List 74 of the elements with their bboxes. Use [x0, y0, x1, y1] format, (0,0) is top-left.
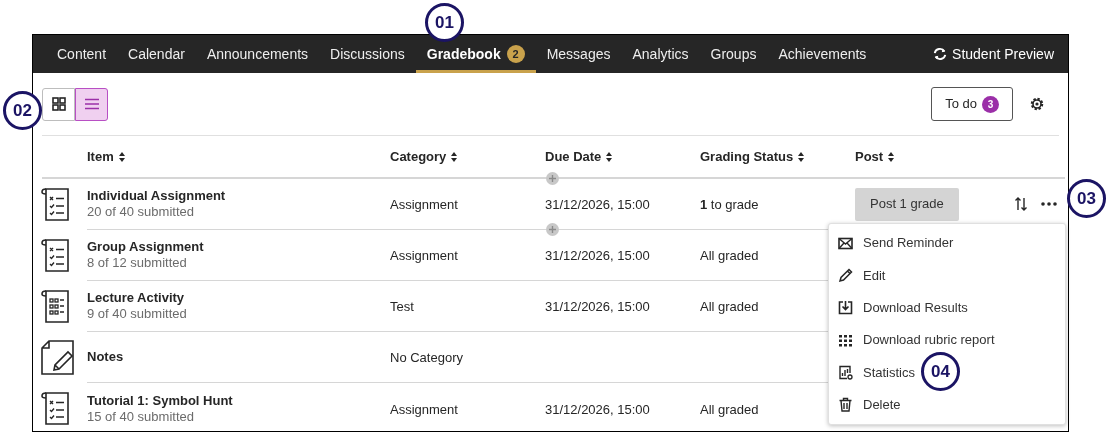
settings-icon: [1029, 96, 1045, 112]
reorder-button[interactable]: [1015, 197, 1027, 211]
more-icon: [1041, 202, 1057, 206]
grid-view-button[interactable]: [42, 87, 75, 121]
nav-tab[interactable]: Groups: [699, 35, 768, 73]
column-header[interactable]: Grading Status: [700, 146, 855, 167]
grading-status-cell: All graded: [700, 299, 759, 314]
submission-count: 15 of 40 submitted: [87, 408, 195, 425]
item-title-link[interactable]: Notes: [87, 349, 390, 365]
due-date-cell: 31/12/2026, 15:00: [545, 401, 650, 417]
count-badge: 2: [506, 45, 525, 63]
menu-icon: [84, 98, 99, 110]
refresh-icon: [933, 47, 948, 61]
item-title-link[interactable]: Individual Assignment: [87, 188, 390, 204]
due-date-cell: 31/12/2026, 15:00: [545, 248, 650, 263]
column-header[interactable]: Item: [87, 146, 390, 167]
category-cell: No Category: [390, 350, 463, 365]
nav-tab[interactable]: Announcements: [195, 35, 320, 73]
submission-count: 9 of 40 submitted: [87, 306, 188, 322]
nav-tab[interactable]: Analytics: [621, 35, 700, 73]
settings-button[interactable]: [1029, 96, 1045, 112]
menu-item[interactable]: Edit: [829, 259, 888, 292]
pencil-icon: [838, 267, 853, 283]
category-cell: Assignment: [390, 197, 458, 212]
category-cell: Assignment: [390, 401, 458, 417]
table-grid-icon: [838, 332, 853, 348]
nav-tab[interactable]: Discussions: [319, 35, 416, 73]
item-title-link[interactable]: Tutorial 1: Symbol Hunt: [87, 392, 390, 409]
callout-number: 01: [425, 3, 464, 42]
post-grade-button[interactable]: Post 1 grade: [855, 187, 959, 221]
grading-status-cell: 1 to grade: [700, 197, 759, 212]
sort-icon: [797, 150, 806, 163]
todo-button[interactable]: To do 3: [931, 87, 1013, 121]
sort-icon: [450, 150, 459, 163]
column-header[interactable]: Post: [855, 146, 975, 167]
item-title-link[interactable]: Lecture Activity: [87, 290, 390, 306]
list-view-button[interactable]: [75, 87, 108, 121]
envelope-icon: [838, 235, 853, 251]
nav-tab[interactable]: Messages: [535, 35, 622, 73]
sort-arrows-icon: [1015, 197, 1027, 211]
menu-item[interactable]: Statistics: [829, 356, 917, 389]
column-header[interactable]: Category: [390, 146, 545, 167]
menu-item[interactable]: Delete: [829, 388, 903, 421]
item-title-link[interactable]: Group Assignment: [87, 239, 390, 255]
menu-item[interactable]: Download Results: [829, 291, 970, 324]
sort-icon: [605, 150, 614, 163]
callout-number: 02: [3, 91, 42, 130]
grid-icon: [51, 97, 66, 111]
due-date-cell: 31/12/2026, 15:00: [545, 299, 650, 314]
plus-icon: [549, 175, 556, 182]
callout-number: 03: [1067, 179, 1106, 218]
grading-status-cell: All graded: [700, 248, 759, 263]
add-item-button[interactable]: [546, 223, 559, 236]
sort-icon: [887, 150, 896, 163]
due-date-cell: 31/12/2026, 15:00: [545, 197, 650, 212]
download-icon: [838, 300, 853, 316]
column-header[interactable]: Due Date: [545, 146, 700, 167]
chart-document-icon: [838, 364, 853, 380]
menu-item[interactable]: Send Reminder: [829, 227, 956, 260]
grading-status-cell: All graded: [700, 401, 759, 417]
nav-tab[interactable]: Calendar: [117, 35, 196, 73]
nav-tab[interactable]: Content: [46, 35, 118, 73]
sort-icon: [117, 150, 126, 163]
note-pencil-icon: [41, 339, 75, 376]
plus-icon: [549, 226, 556, 233]
submission-count: 8 of 12 submitted: [87, 255, 188, 271]
submission-count: 20 of 40 submitted: [87, 204, 195, 220]
count-badge: 3: [982, 95, 999, 113]
student-preview-link[interactable]: Student Preview: [933, 35, 1054, 73]
category-cell: Test: [390, 299, 414, 314]
nav-tab[interactable]: Achievements: [767, 35, 878, 73]
add-item-button[interactable]: [546, 172, 559, 185]
category-cell: Assignment: [390, 248, 458, 263]
trash-icon: [838, 397, 853, 413]
